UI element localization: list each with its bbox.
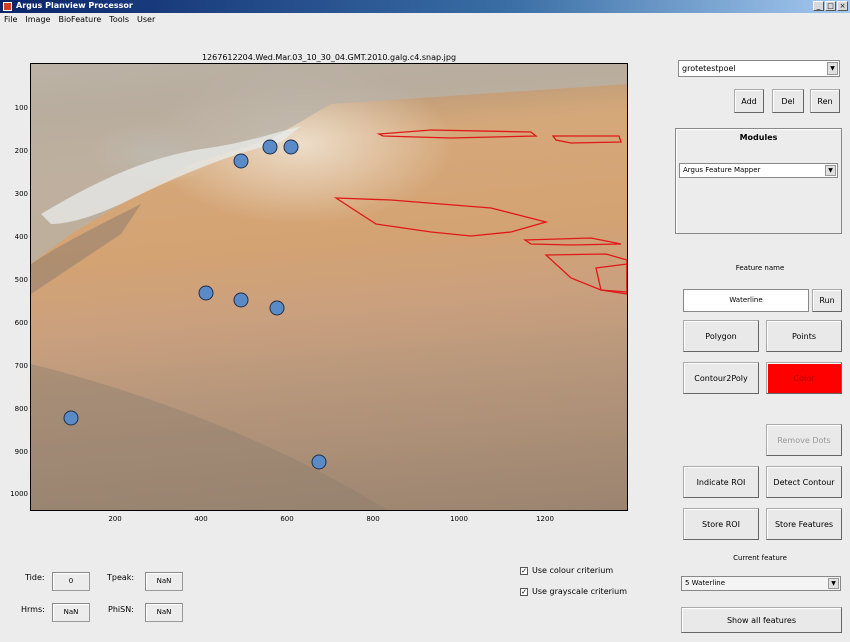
roi-polygon [551, 135, 622, 144]
roi-polygon [333, 197, 549, 237]
menu-tools[interactable]: Tools [109, 13, 129, 26]
y-tick-label: 300 [14, 190, 28, 198]
y-tick-label: 100 [14, 104, 28, 112]
window-title: Argus Planview Processor [16, 1, 133, 10]
current-feature-select[interactable]: 5 Waterline ▼ [681, 576, 841, 591]
chevron-down-icon[interactable]: ▼ [825, 165, 836, 176]
marker-dot [233, 153, 249, 169]
beach-image [31, 64, 627, 510]
image-title: 1267612204.Wed.Mar.03_10_30_04.GMT.2010.… [201, 53, 457, 62]
x-tick-label: 600 [280, 515, 294, 523]
marker-dot [63, 410, 79, 426]
y-tick-label: 600 [14, 319, 28, 327]
current-feature-label: Current feature [733, 554, 787, 562]
y-tick-label: 700 [14, 362, 28, 370]
del-button[interactable]: Del [772, 89, 804, 113]
x-tick-label: 400 [194, 515, 208, 523]
y-tick-label: 800 [14, 405, 28, 413]
menu-image[interactable]: Image [25, 13, 50, 26]
y-tick-label: 1000 [10, 490, 28, 498]
feature-polygons [333, 129, 627, 295]
y-tick-label: 400 [14, 233, 28, 241]
modules-panel: Modules Argus Feature Mapper ▼ [675, 128, 842, 234]
run-button[interactable]: Run [812, 289, 842, 312]
y-tick-label: 900 [14, 448, 28, 456]
feature-name-input[interactable]: Waterline [683, 289, 809, 312]
colour-criterium-checkbox[interactable]: ✓ Use colour criterium [520, 566, 613, 575]
menu-file[interactable]: File [4, 13, 17, 26]
chevron-down-icon[interactable]: ▼ [828, 578, 839, 589]
store-features-button[interactable]: Store Features [766, 508, 842, 540]
checkbox-box[interactable]: ✓ [520, 587, 528, 596]
polygon-button[interactable]: Polygon [683, 320, 759, 352]
image-plot[interactable] [30, 63, 628, 511]
close-icon[interactable]: × [837, 1, 848, 11]
module-select-value: Argus Feature Mapper [683, 166, 761, 174]
window-controls: _ □ × [813, 1, 848, 11]
contour2poly-button[interactable]: Contour2Poly [683, 362, 759, 394]
tide-label: Tide: [25, 573, 45, 582]
hrms-value: NaN [52, 603, 90, 622]
color-button[interactable]: Color [766, 362, 842, 394]
app-icon [3, 2, 12, 11]
ren-button[interactable]: Ren [810, 89, 840, 113]
grayscale-criterium-checkbox[interactable]: ✓ Use grayscale criterium [520, 587, 627, 596]
user-select[interactable]: grotetestpoel ▼ [678, 60, 840, 77]
menu-biofeature[interactable]: BioFeature [58, 13, 101, 26]
roi-polygon [376, 129, 538, 139]
show-all-features-button[interactable]: Show all features [681, 607, 842, 633]
indicate-roi-button[interactable]: Indicate ROI [683, 466, 759, 498]
dark-lower-sand [31, 364, 388, 510]
add-button[interactable]: Add [734, 89, 764, 113]
roi-polygon [522, 237, 622, 246]
x-tick-label: 800 [366, 515, 380, 523]
x-tick-label: 200 [108, 515, 122, 523]
y-tick-label: 500 [14, 276, 28, 284]
marker-dot [311, 454, 327, 470]
phisn-value: NaN [145, 603, 183, 622]
detect-contour-button[interactable]: Detect Contour [766, 466, 842, 498]
menu-user[interactable]: User [137, 13, 155, 26]
module-select[interactable]: Argus Feature Mapper ▼ [679, 163, 838, 178]
feature-name-label: Feature name [735, 264, 785, 272]
y-tick-label: 200 [14, 147, 28, 155]
modules-title: Modules [739, 133, 778, 142]
checkbox-box[interactable]: ✓ [520, 566, 528, 575]
user-select-value: grotetestpoel [682, 64, 736, 73]
chevron-down-icon[interactable]: ▼ [827, 62, 838, 75]
checkbox-label: Use grayscale criterium [532, 587, 627, 596]
hrms-label: Hrms: [21, 605, 45, 614]
minimize-icon[interactable]: _ [813, 1, 824, 11]
phisn-label: PhiSN: [108, 605, 134, 614]
checkbox-label: Use colour criterium [532, 566, 614, 575]
marker-dot [283, 139, 299, 155]
marker-dot [269, 300, 285, 316]
x-tick-label: 1200 [536, 515, 554, 523]
x-tick-label: 1000 [450, 515, 468, 523]
tpeak-label: Tpeak: [107, 573, 135, 582]
roi-polygon [544, 253, 627, 293]
tide-value: 0 [52, 572, 90, 591]
tpeak-value: NaN [145, 572, 183, 591]
menu-bar: File Image BioFeature Tools User [0, 13, 850, 26]
marker-dot [262, 139, 278, 155]
remove-dots-button[interactable]: Remove Dots [766, 424, 842, 456]
window-titlebar: Argus Planview Processor _ □ × [0, 0, 850, 13]
roi-polygon [595, 263, 627, 295]
maximize-icon[interactable]: □ [825, 1, 836, 11]
current-feature-select-value: 5 Waterline [685, 579, 726, 587]
marker-dot [198, 285, 214, 301]
store-roi-button[interactable]: Store ROI [683, 508, 759, 540]
marker-dot [233, 292, 249, 308]
points-button[interactable]: Points [766, 320, 842, 352]
